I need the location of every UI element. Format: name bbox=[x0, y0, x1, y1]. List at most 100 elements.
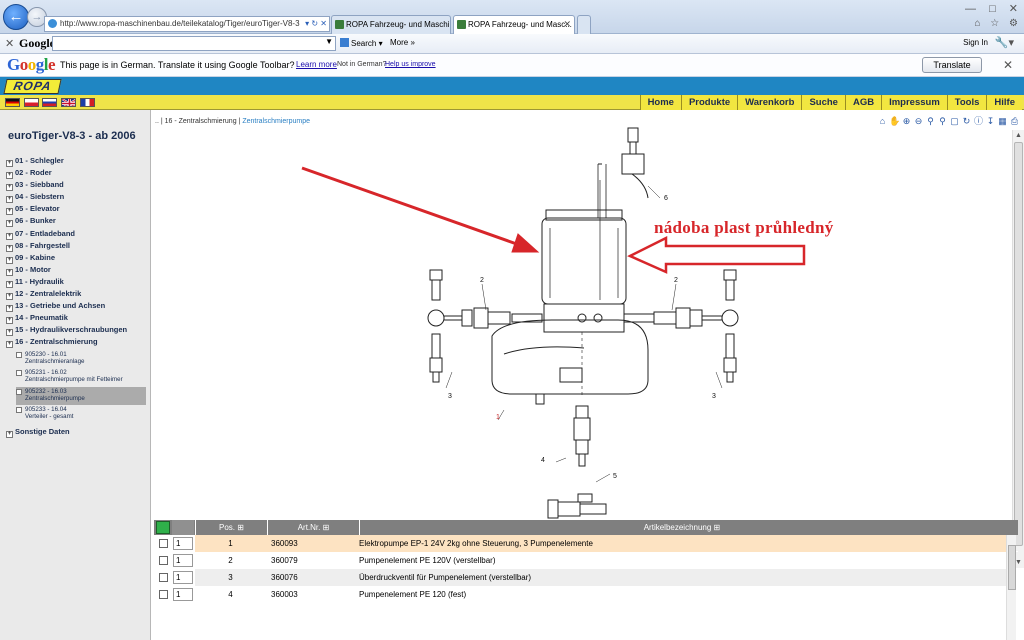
sidebar-item[interactable]: +11 - Hydraulik bbox=[6, 277, 146, 289]
part-label-3-left[interactable]: 3 bbox=[448, 393, 452, 400]
expand-plus-icon[interactable]: + bbox=[6, 293, 13, 301]
sidebar-item[interactable]: +04 - Siebstern bbox=[6, 192, 146, 204]
flag-pl-icon[interactable] bbox=[24, 98, 39, 107]
sidebar-item[interactable]: +07 - Entladeband bbox=[6, 229, 146, 241]
menu-item-agb[interactable]: AGB bbox=[844, 95, 882, 110]
flag-ru-icon[interactable] bbox=[42, 98, 57, 107]
expand-plus-icon[interactable]: + bbox=[6, 341, 13, 349]
menu-item-home[interactable]: Home bbox=[639, 95, 681, 110]
expand-plus-icon[interactable]: + bbox=[6, 244, 13, 252]
new-tab-button[interactable] bbox=[577, 15, 591, 34]
header-desc[interactable]: Artikelbezeichnung ⊞ bbox=[359, 520, 1004, 535]
expand-plus-icon[interactable]: + bbox=[6, 329, 13, 337]
chevron-down-icon[interactable]: ▼ bbox=[325, 37, 333, 46]
sidebar-subitem[interactable]: 905230 - 16.01 Zentralschmieranlage bbox=[16, 350, 146, 369]
home-icon[interactable]: ⌂ bbox=[974, 18, 980, 29]
expand-plus-icon[interactable]: + bbox=[6, 317, 13, 325]
exploded-parts-diagram[interactable]: 2 2 3 3 4 5 6 1 bbox=[152, 110, 1024, 520]
translate-button[interactable]: Translate bbox=[922, 57, 982, 73]
flag-de-icon[interactable] bbox=[5, 98, 20, 107]
sidebar-item[interactable]: +10 - Motor bbox=[6, 265, 146, 277]
expand-plus-icon[interactable]: + bbox=[6, 280, 13, 288]
part-label-2-right[interactable]: 2 bbox=[674, 277, 678, 284]
table-row[interactable]: 1 2 360079 Pumpenelement PE 120V (verstellb… bbox=[154, 552, 1018, 569]
sidebar-item[interactable]: +13 - Getriebe und Achsen bbox=[6, 301, 146, 313]
part-label-5[interactable]: 5 bbox=[613, 473, 617, 480]
sidebar-item[interactable]: +09 - Kabine bbox=[6, 253, 146, 265]
sidebar-item[interactable]: +16 - Zentralschmierung bbox=[6, 337, 146, 349]
menu-item-produkte[interactable]: Produkte bbox=[680, 95, 738, 110]
expand-plus-icon[interactable] bbox=[16, 388, 22, 395]
expand-plus-icon[interactable]: + bbox=[6, 430, 13, 438]
settings-gear-icon[interactable]: ⚙ bbox=[1009, 18, 1018, 29]
sidebar-item[interactable]: +05 - Elevator bbox=[6, 204, 146, 216]
flag-fr-icon[interactable] bbox=[80, 98, 95, 107]
expand-plus-icon[interactable]: + bbox=[6, 196, 13, 204]
sidebar-subitem[interactable]: 905232 - 16.03 Zentralschmierpumpe bbox=[16, 386, 146, 405]
qty-input[interactable]: 1 bbox=[173, 554, 193, 567]
sidebar-item[interactable]: +02 - Roder bbox=[6, 168, 146, 180]
qty-input[interactable]: 1 bbox=[173, 537, 193, 550]
maximize-icon[interactable]: □ bbox=[989, 3, 996, 15]
expand-plus-icon[interactable] bbox=[16, 351, 22, 358]
expand-plus-icon[interactable]: + bbox=[6, 172, 13, 180]
ropa-logo[interactable]: ROPA bbox=[3, 79, 62, 94]
tab-close-icon[interactable]: ✕ bbox=[563, 16, 571, 33]
close-window-icon[interactable]: ✕ bbox=[1009, 3, 1018, 15]
header-art[interactable]: Art.Nr. ⊞ bbox=[267, 520, 359, 535]
header-pos[interactable]: Pos. ⊞ bbox=[195, 520, 267, 535]
sidebar-item-other[interactable]: + Sonstige Daten bbox=[6, 427, 146, 439]
menu-item-suche[interactable]: Suche bbox=[801, 95, 845, 110]
part-label-4[interactable]: 4 bbox=[541, 457, 545, 464]
sidebar-item[interactable]: +01 - Schlegler bbox=[6, 156, 146, 168]
close-translate-icon[interactable]: ✕ bbox=[1003, 58, 1013, 72]
expand-plus-icon[interactable] bbox=[16, 370, 22, 376]
google-search-button[interactable]: Search ▾ bbox=[340, 38, 383, 48]
qty-input[interactable]: 1 bbox=[173, 571, 193, 584]
table-scroll-thumb[interactable] bbox=[1008, 545, 1016, 590]
row-checkbox[interactable] bbox=[159, 556, 168, 565]
expand-plus-icon[interactable]: + bbox=[6, 256, 13, 264]
more-button[interactable]: More » bbox=[390, 38, 415, 47]
sidebar-subitem[interactable]: 905231 - 16.02 Zentralschmierpumpe mit Fe… bbox=[16, 368, 146, 387]
signin-button[interactable]: Sign In bbox=[963, 38, 988, 47]
expand-plus-icon[interactable] bbox=[16, 407, 22, 413]
tab-2[interactable]: ROPA Fahrzeug- und Masc... ✕ bbox=[453, 15, 575, 34]
refresh-stop-icon[interactable]: ▾ ↻ ✕ bbox=[305, 17, 327, 31]
row-checkbox[interactable] bbox=[159, 590, 168, 599]
wrench-icon[interactable]: 🔧▾ bbox=[995, 36, 1014, 49]
address-bar[interactable]: http://www.ropa-maschinenbau.de/teilekat… bbox=[44, 16, 330, 32]
expand-plus-icon[interactable]: + bbox=[6, 208, 13, 216]
part-label-3-right[interactable]: 3 bbox=[712, 393, 716, 400]
help-improve-link[interactable]: Help us improve bbox=[385, 61, 436, 68]
qty-input[interactable]: 1 bbox=[173, 588, 193, 601]
row-checkbox[interactable] bbox=[159, 573, 168, 582]
menu-item-tools[interactable]: Tools bbox=[946, 95, 987, 110]
sidebar-item[interactable]: +12 - Zentralelektrik bbox=[6, 289, 146, 301]
diagram-scrollbar[interactable]: ▲ ▼ bbox=[1012, 130, 1024, 568]
expand-plus-icon[interactable]: + bbox=[6, 232, 13, 240]
select-all-checkbox[interactable] bbox=[156, 521, 170, 534]
scroll-up-icon[interactable]: ▲ bbox=[1013, 130, 1024, 141]
scroll-thumb[interactable] bbox=[1014, 142, 1023, 546]
flag-uk-icon[interactable] bbox=[61, 98, 76, 107]
sidebar-item[interactable]: +06 - Bunker bbox=[6, 216, 146, 228]
sidebar-subitem[interactable]: 905233 - 16.04 Verteiler - gesamt bbox=[16, 405, 146, 424]
menu-item-hilfe[interactable]: Hilfe bbox=[986, 95, 1022, 110]
expand-plus-icon[interactable]: + bbox=[6, 184, 13, 192]
menu-item-impressum[interactable]: Impressum bbox=[881, 95, 947, 110]
part-label-2-left[interactable]: 2 bbox=[480, 277, 484, 284]
table-row[interactable]: 1 1 360093 Elektropumpe EP-1 24V 2kg ohne S… bbox=[154, 535, 1018, 552]
part-label-1[interactable]: 1 bbox=[496, 414, 500, 421]
minimize-icon[interactable]: — bbox=[965, 3, 976, 15]
row-checkbox[interactable] bbox=[159, 539, 168, 548]
favorites-star-icon[interactable]: ☆ bbox=[990, 18, 999, 29]
sidebar-item[interactable]: +03 - Siebband bbox=[6, 180, 146, 192]
learn-more-link[interactable]: Learn more bbox=[296, 60, 337, 69]
table-row[interactable]: 1 4 360003 Pumpenelement PE 120 (fest) bbox=[154, 586, 1018, 603]
sidebar-item[interactable]: +15 - Hydraulikverschraubungen bbox=[6, 325, 146, 337]
expand-plus-icon[interactable]: + bbox=[6, 268, 13, 276]
expand-plus-icon[interactable]: + bbox=[6, 220, 13, 228]
expand-plus-icon[interactable]: + bbox=[6, 305, 13, 313]
tab-1[interactable]: ROPA Fahrzeug- und Maschin... bbox=[331, 15, 451, 34]
